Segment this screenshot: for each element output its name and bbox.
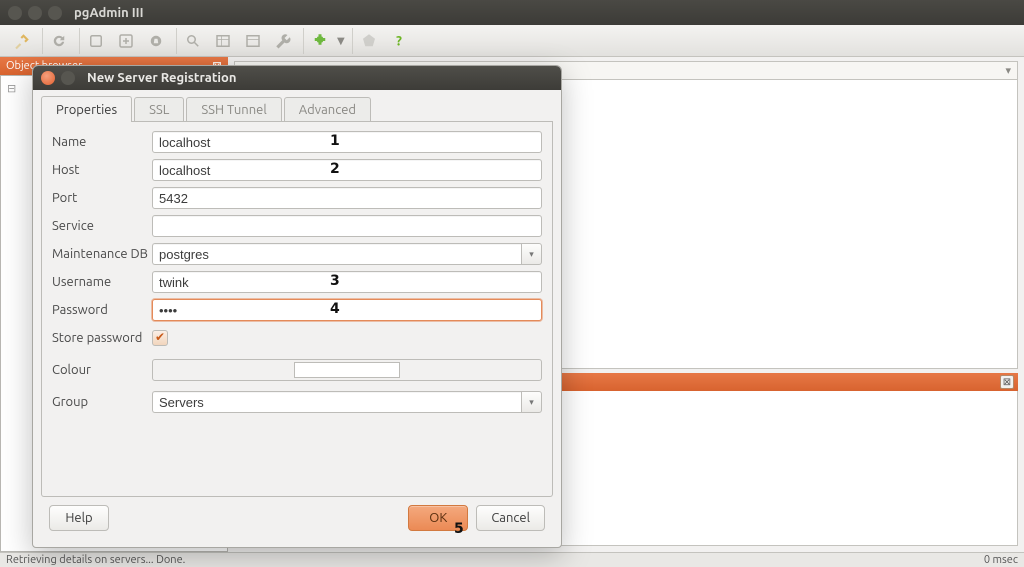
plugins-dropdown-caret[interactable]: ▼ [337,28,345,54]
help-button[interactable]: ? [386,28,412,54]
window-maximize-button[interactable] [48,6,62,20]
name-field[interactable] [152,131,542,153]
tab-properties[interactable]: Properties [41,96,132,122]
refresh-button[interactable] [46,28,72,54]
dialog-close-button[interactable] [41,71,55,85]
plugins-button[interactable] [307,28,333,54]
annotation-2: 2 [330,161,340,177]
password-field[interactable] [152,299,542,321]
guru-hints-button[interactable] [356,28,382,54]
properties-button[interactable] [83,28,109,54]
annotation-1: 1 [330,133,340,149]
label-password: Password [52,303,152,317]
sql-pane-close-icon[interactable]: ⊠ [1000,375,1014,389]
group-field[interactable] [152,391,521,413]
label-port: Port [52,191,152,205]
label-host: Host [52,163,152,177]
dialog-footer: Help OK Cancel [41,497,553,539]
dialog-tab-strip: Properties SSL SSH Tunnel Advanced [41,96,553,122]
tab-properties-content: Name 1 Host 2 Port Service [41,122,553,497]
group-dropdown-button[interactable]: ▾ [521,391,542,413]
label-name: Name [52,135,152,149]
dialog-minimize-button[interactable] [61,71,75,85]
dialog-title: New Server Registration [87,71,236,85]
status-bar: Retrieving details on servers... Done. 0… [0,552,1024,567]
label-store-password: Store password [52,331,152,345]
service-field[interactable] [152,215,542,237]
label-service: Service [52,219,152,233]
svg-text:?: ? [396,32,402,48]
status-text: Retrieving details on servers... Done. [6,554,185,566]
store-password-checkbox[interactable]: ✔ [152,330,168,346]
window-title: pgAdmin III [74,6,144,20]
cancel-button[interactable]: Cancel [476,505,545,531]
window-minimize-button[interactable] [28,6,42,20]
annotation-5: 5 [454,521,464,537]
label-maintenance-db: Maintenance DB [52,247,152,261]
colour-swatch [294,362,400,378]
maintenance-db-dropdown-button[interactable]: ▾ [521,243,542,265]
sql-editor-button[interactable] [180,28,206,54]
annotation-3: 3 [330,273,340,289]
port-field[interactable] [152,187,542,209]
tree-expand-icon[interactable]: ⊟ [7,82,16,95]
host-field[interactable] [152,159,542,181]
colour-picker-button[interactable] [152,359,542,381]
tab-advanced[interactable]: Advanced [284,97,371,121]
tab-ssl[interactable]: SSL [134,97,184,121]
status-time: 0 msec [984,554,1018,566]
maintenance-button[interactable] [270,28,296,54]
username-field[interactable] [152,271,542,293]
dialog-titlebar[interactable]: New Server Registration [33,66,561,90]
window-close-button[interactable] [8,6,22,20]
new-server-registration-dialog: New Server Registration Properties SSL S… [32,65,562,548]
maintenance-db-field[interactable] [152,243,521,265]
label-username: Username [52,275,152,289]
new-object-button[interactable] [113,28,139,54]
connect-server-button[interactable] [9,28,35,54]
main-window-titlebar: pgAdmin III [0,0,1024,25]
tab-ssh-tunnel[interactable]: SSH Tunnel [186,97,281,121]
main-toolbar: ▼ ? [0,25,1024,57]
help-button-dialog[interactable]: Help [49,505,109,531]
filter-data-button[interactable] [240,28,266,54]
label-group: Group [52,395,152,409]
view-data-button[interactable] [210,28,236,54]
label-colour: Colour [52,363,152,377]
annotation-4: 4 [330,301,340,317]
delete-button[interactable] [143,28,169,54]
